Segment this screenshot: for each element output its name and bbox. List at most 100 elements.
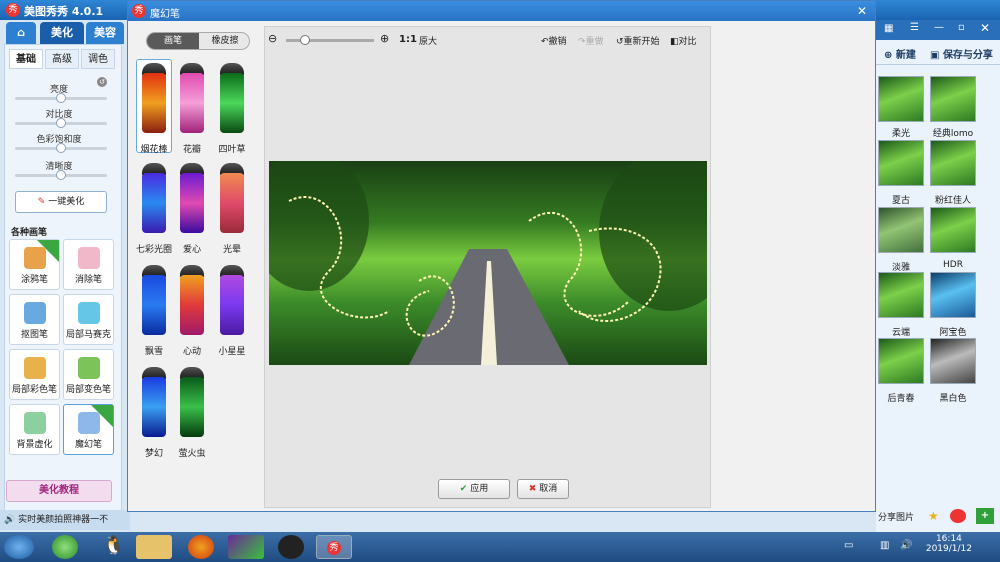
tab-beautify[interactable]: 美化: [40, 22, 84, 44]
brush-color[interactable]: 局部彩色笔: [9, 349, 60, 400]
contrast-slider[interactable]: [15, 118, 107, 128]
dialog-title-bar: 秀 魔幻笔 ✕: [128, 1, 875, 21]
pen-label: 小星星: [218, 347, 246, 357]
upgrade-ribbon: [37, 240, 59, 262]
browser-360-icon[interactable]: [52, 535, 78, 559]
photo-canvas[interactable]: [269, 161, 707, 365]
pen-heartbeat[interactable]: 心动: [175, 265, 209, 357]
add-icon[interactable]: +: [976, 508, 994, 524]
pen-body: [142, 173, 166, 233]
weibo-icon[interactable]: [950, 509, 966, 523]
start-button[interactable]: [4, 535, 34, 559]
mode-brush[interactable]: 画笔: [147, 33, 199, 49]
new-button[interactable]: ⊕ 新建: [884, 46, 916, 61]
brush-graffiti[interactable]: 涂鸦笔: [9, 239, 60, 290]
pen-body: [142, 377, 166, 437]
effect-label: 粉红佳人: [934, 196, 971, 206]
pen-petals[interactable]: 花瓣: [175, 63, 209, 155]
effect-thumb[interactable]: [930, 338, 976, 384]
dialog-close-icon[interactable]: ✕: [855, 4, 869, 18]
effect-thumb[interactable]: [878, 272, 924, 318]
zoom-out-icon[interactable]: ⊖: [268, 32, 277, 45]
media-app-icon[interactable]: [228, 535, 264, 559]
pen-clover[interactable]: 四叶草: [215, 63, 249, 155]
sharpness-slider[interactable]: [15, 170, 107, 180]
mode-eraser[interactable]: 橡皮擦: [199, 33, 249, 49]
brush-cutout[interactable]: 抠图笔: [9, 294, 60, 345]
volume-icon[interactable]: 🔊: [900, 540, 912, 551]
pen-heart[interactable]: 爱心: [175, 163, 209, 255]
subtab-tone[interactable]: 调色: [81, 49, 115, 69]
menu-icon[interactable]: ☰: [910, 22, 919, 33]
star-icon[interactable]: ★: [928, 509, 939, 523]
slider-knob[interactable]: [56, 143, 66, 153]
zoom-ratio[interactable]: 1:1: [399, 34, 417, 45]
effect-label: 阿宝色: [939, 328, 967, 338]
effect-label: 后青春: [887, 394, 915, 404]
effect-thumb[interactable]: [930, 140, 976, 186]
undo-button[interactable]: ↶撤销: [541, 34, 567, 47]
effect-thumb[interactable]: [878, 140, 924, 186]
brush-recolor[interactable]: 局部变色笔: [63, 349, 114, 400]
compare-button[interactable]: ◧对比: [670, 34, 697, 47]
cancel-button[interactable]: ✖ 取消: [517, 479, 569, 499]
pen-rainbow-halo[interactable]: 七彩光圈: [136, 163, 172, 255]
firefox-icon[interactable]: [188, 535, 214, 559]
restart-button[interactable]: ↺重新开始: [616, 34, 660, 47]
effect-thumb[interactable]: [878, 338, 924, 384]
home-icon[interactable]: ⌂: [6, 22, 36, 44]
qq-icon[interactable]: 🐧: [96, 535, 132, 559]
pen-firefly[interactable]: 萤火虫: [175, 367, 209, 459]
network-icon[interactable]: ▥: [880, 540, 889, 551]
effect-label: 经典lomo: [932, 129, 974, 139]
file-explorer-icon[interactable]: [136, 535, 172, 559]
tutorial-button[interactable]: 美化教程: [6, 480, 112, 502]
apply-button[interactable]: ✔ 应用: [438, 479, 510, 499]
pen-glow[interactable]: 光晕: [215, 163, 249, 255]
effect-thumb[interactable]: [930, 207, 976, 253]
record-icon[interactable]: [278, 535, 304, 559]
brush-mosaic[interactable]: 局部马赛克: [63, 294, 114, 345]
redo-button[interactable]: ↷重做: [578, 34, 604, 47]
one-key-beautify-button[interactable]: ✎ 一键美化: [15, 191, 107, 213]
save-share-button[interactable]: ▣ 保存与分享: [930, 46, 993, 61]
clock[interactable]: 16:14 2019/1/12: [926, 534, 972, 554]
saturation-slider[interactable]: [15, 143, 107, 153]
pen-dream[interactable]: 梦幻: [137, 367, 171, 459]
subtab-advanced[interactable]: 高级: [45, 49, 79, 69]
brush-magic[interactable]: 魔幻笔: [63, 404, 114, 455]
mosaic-icon: [78, 302, 100, 324]
original-size-label[interactable]: 原大: [419, 34, 437, 47]
brush-blur[interactable]: 背景虚化: [9, 404, 60, 455]
subtab-basic[interactable]: 基础: [9, 49, 43, 69]
effect-thumb[interactable]: [878, 76, 924, 122]
meitu-task-icon[interactable]: 秀: [316, 535, 352, 559]
close-icon[interactable]: ✕: [980, 21, 990, 35]
zoom-knob[interactable]: [300, 35, 310, 45]
pen-little-star[interactable]: 小星星: [215, 265, 249, 357]
slider-knob[interactable]: [56, 170, 66, 180]
minimize-icon[interactable]: —: [934, 22, 944, 33]
effect-thumb[interactable]: [878, 207, 924, 253]
tab-cosmetic[interactable]: 美容: [86, 22, 124, 44]
zoom-slider[interactable]: [286, 35, 374, 45]
effect-thumb[interactable]: [930, 76, 976, 122]
keyboard-icon[interactable]: ▭: [844, 540, 853, 551]
new-ribbon: [91, 405, 113, 427]
status-bar: 🔊 实时美颜拍照神器一不: [0, 510, 130, 530]
brightness-slider[interactable]: [15, 93, 107, 103]
restart-label: 重新开始: [623, 37, 660, 47]
brush-eraser[interactable]: 消除笔: [63, 239, 114, 290]
clock-date: 2019/1/12: [925, 544, 972, 554]
apply-label: 应用: [470, 484, 489, 494]
pen-body: [142, 275, 166, 335]
gift-icon[interactable]: ▦: [884, 23, 893, 34]
maximize-icon[interactable]: ▫: [958, 22, 965, 33]
effect-thumb[interactable]: [930, 272, 976, 318]
slider-knob[interactable]: [56, 93, 66, 103]
pen-snow[interactable]: 飘雪: [137, 265, 171, 357]
zoom-in-icon[interactable]: ⊕: [380, 32, 389, 45]
pen-fireworks[interactable]: 烟花棒: [137, 63, 171, 155]
clock-time: 16:14: [935, 534, 962, 544]
slider-knob[interactable]: [56, 118, 66, 128]
